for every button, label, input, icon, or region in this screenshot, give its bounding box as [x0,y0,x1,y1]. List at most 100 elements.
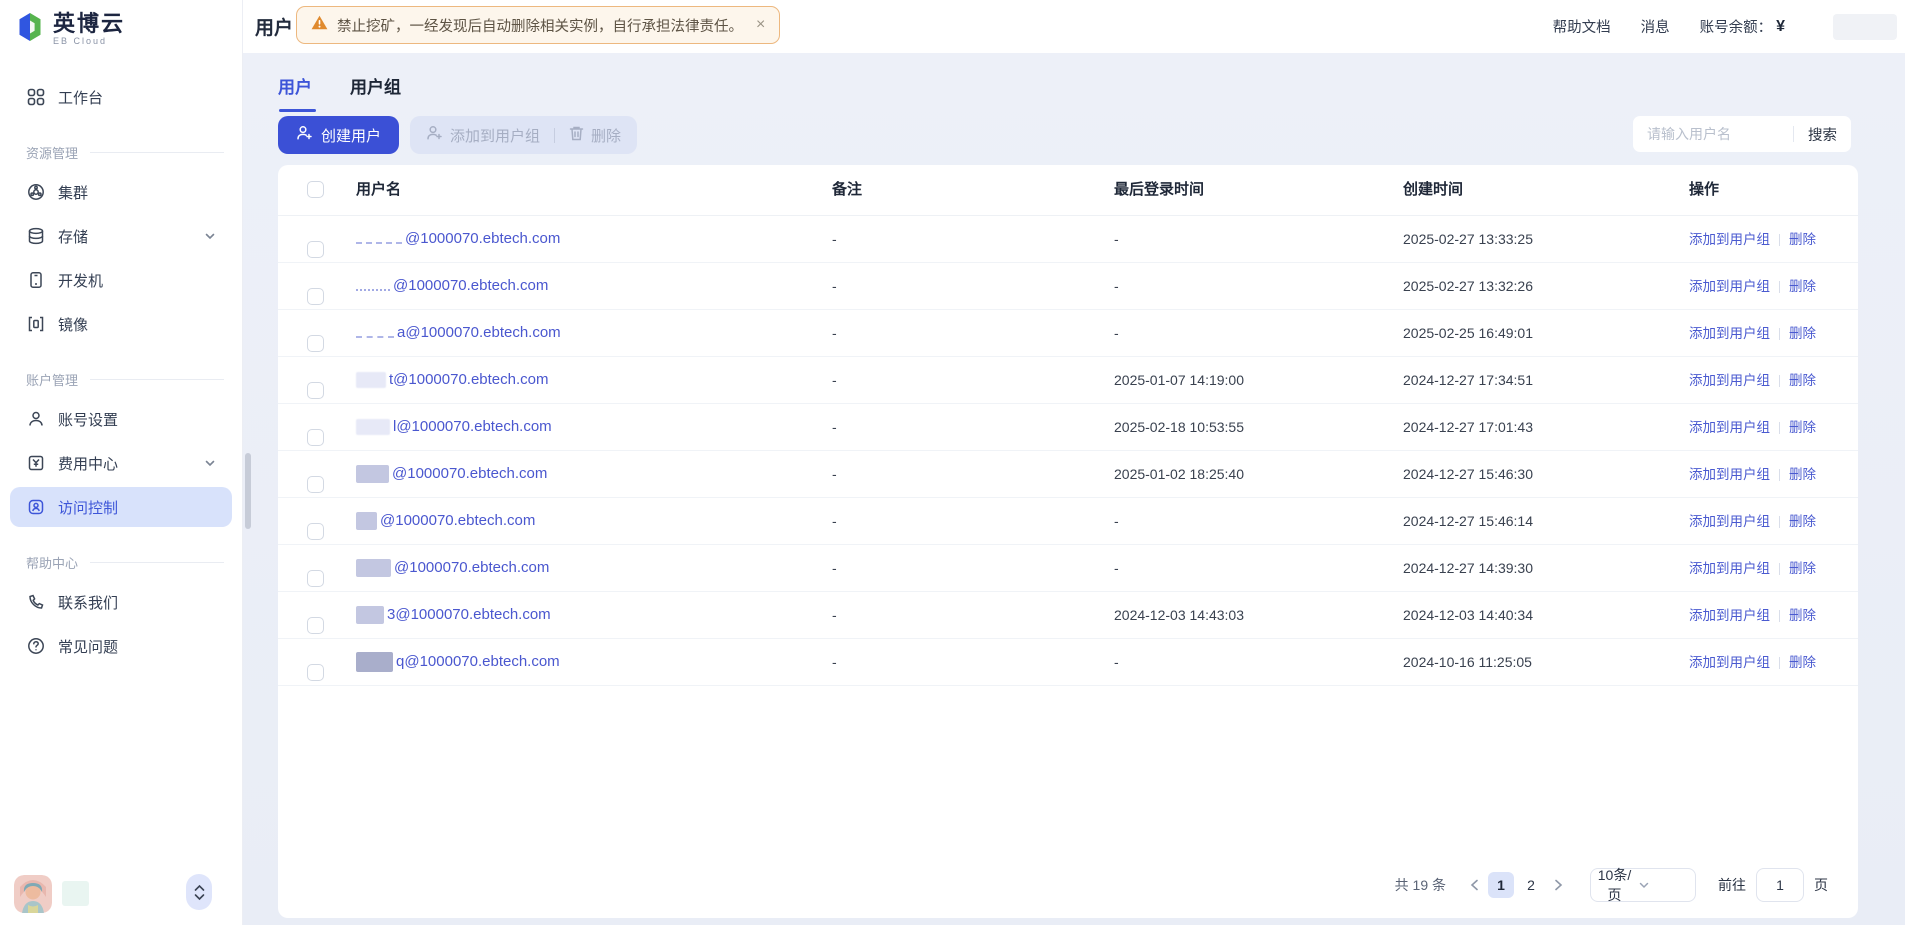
username-link[interactable]: a@1000070.ebtech.com [356,310,561,356]
chevron-down-icon[interactable] [204,457,216,469]
action-divider [1779,610,1780,622]
table-row: @1000070.ebtech.com - 2025-01-02 18:25:4… [278,451,1858,498]
row-checkbox[interactable] [307,617,324,634]
username-link[interactable]: t@1000070.ebtech.com [356,357,549,403]
page-button-2[interactable]: 2 [1518,872,1544,898]
row-delete-link[interactable]: 删除 [1789,561,1816,576]
row-add-to-group-link[interactable]: 添加到用户组 [1689,561,1770,576]
row-add-to-group-link[interactable]: 添加到用户组 [1689,467,1770,482]
row-delete-link[interactable]: 删除 [1789,326,1816,341]
search-button[interactable]: 搜索 [1794,124,1851,145]
messages-link[interactable]: 消息 [1641,16,1670,37]
user-avatar[interactable] [14,875,52,913]
sidebar-collapse-button[interactable] [186,874,212,910]
row-checkbox[interactable] [307,570,324,587]
toolbar: 创建用户 添加到用户组 删除 [278,116,637,154]
row-checkbox[interactable] [307,241,324,258]
sidebar-item-account-settings[interactable]: 账号设置 [10,399,232,439]
created-cell: 2024-12-27 14:39:30 [1403,545,1533,591]
sidebar-item-devmachine[interactable]: 开发机 [10,260,232,300]
table-row: t@1000070.ebtech.com - 2025-01-07 14:19:… [278,357,1858,404]
bulk-actions-group: 添加到用户组 删除 [410,116,637,154]
sidebar-item-access-control[interactable]: 访问控制 [10,487,232,527]
scrollbar-thumb[interactable] [245,453,251,529]
sidebar-item-storage[interactable]: 存储 [10,216,232,256]
row-add-to-group-link[interactable]: 添加到用户组 [1689,514,1770,529]
row-delete-link[interactable]: 删除 [1789,279,1816,294]
next-page-icon[interactable] [1546,872,1570,898]
app-window: 英博云 EB Cloud 工作台 资源管理 集群 [0,0,1905,925]
search-input[interactable] [1633,126,1793,142]
page-size-select[interactable]: 10条/页 [1590,868,1696,902]
sidebar-item-faq[interactable]: 常见问题 [10,626,232,666]
page-button-1[interactable]: 1 [1488,872,1514,898]
top-header: 用户 禁止挖矿，一经发现后自动删除相关实例，自行承担法律责任。 × 帮助文档 消… [243,0,1905,53]
sidebar-item-contact-us[interactable]: 联系我们 [10,582,232,622]
created-cell: 2025-02-25 16:49:01 [1403,310,1533,356]
add-to-group-button[interactable]: 添加到用户组 [426,125,540,146]
sidebar-item-label: 联系我们 [58,592,118,613]
row-delete-link[interactable]: 删除 [1789,655,1816,670]
row-add-to-group-link[interactable]: 添加到用户组 [1689,232,1770,247]
page-title: 用户 [255,13,293,40]
delete-button[interactable]: 删除 [569,125,621,146]
chevron-down-icon[interactable] [204,230,216,242]
row-checkbox[interactable] [307,523,324,540]
last-login-cell: - [1114,310,1119,356]
goto-page-input[interactable] [1756,868,1804,902]
sidebar-item-workbench[interactable]: 工作台 [10,77,232,117]
created-cell: 2024-12-27 17:34:51 [1403,357,1533,403]
select-all-checkbox[interactable] [307,181,324,198]
created-cell: 2025-02-27 13:33:25 [1403,216,1533,262]
username-link[interactable]: @1000070.ebtech.com [356,545,549,591]
row-delete-link[interactable]: 删除 [1789,373,1816,388]
tab-user-groups[interactable]: 用户组 [350,73,401,112]
row-add-to-group-link[interactable]: 添加到用户组 [1689,608,1770,623]
chevron-down-icon [1638,879,1685,891]
username-link[interactable]: @1000070.ebtech.com [356,216,560,262]
button-divider [554,128,555,143]
row-add-to-group-link[interactable]: 添加到用户组 [1689,655,1770,670]
row-checkbox[interactable] [307,429,324,446]
username-link[interactable]: q@1000070.ebtech.com [356,639,560,685]
help-docs-link[interactable]: 帮助文档 [1553,16,1611,37]
row-add-to-group-link[interactable]: 添加到用户组 [1689,279,1770,294]
sidebar-item-billing[interactable]: 费用中心 [10,443,232,483]
row-checkbox[interactable] [307,335,324,352]
username-link[interactable]: l@1000070.ebtech.com [356,404,552,450]
row-delete-link[interactable]: 删除 [1789,467,1816,482]
row-delete-link[interactable]: 删除 [1789,514,1816,529]
row-checkbox[interactable] [307,476,324,493]
username-link[interactable]: 3@1000070.ebtech.com [356,592,551,638]
username-link[interactable]: @1000070.ebtech.com [356,263,548,309]
add-user-icon [296,125,313,145]
action-divider [1779,563,1780,575]
sidebar-item-cluster[interactable]: 集群 [10,172,232,212]
row-delete-link[interactable]: 删除 [1789,232,1816,247]
sidebar-section-account: 账户管理 [0,370,242,389]
created-cell: 2024-12-27 15:46:30 [1403,451,1533,497]
row-checkbox[interactable] [307,288,324,305]
action-divider [1779,516,1780,528]
row-delete-link[interactable]: 删除 [1789,608,1816,623]
prev-page-icon[interactable] [1462,872,1486,898]
username-link[interactable]: @1000070.ebtech.com [356,451,547,497]
row-add-to-group-link[interactable]: 添加到用户组 [1689,420,1770,435]
username-link[interactable]: @1000070.ebtech.com [356,498,535,544]
created-cell: 2024-12-27 17:01:43 [1403,404,1533,450]
sidebar-item-image[interactable]: 镜像 [10,304,232,344]
action-divider [1779,234,1780,246]
action-divider [1779,657,1780,669]
action-divider [1779,328,1780,340]
tab-users[interactable]: 用户 [278,73,312,112]
row-checkbox[interactable] [307,382,324,399]
row-checkbox[interactable] [307,664,324,681]
row-add-to-group-link[interactable]: 添加到用户组 [1689,373,1770,388]
main-area: 用户 禁止挖矿，一经发现后自动删除相关实例，自行承担法律责任。 × 帮助文档 消… [243,0,1905,925]
row-delete-link[interactable]: 删除 [1789,420,1816,435]
banner-close-icon[interactable]: × [756,17,765,33]
redacted-text [356,278,390,291]
add-user-icon [426,125,443,145]
row-add-to-group-link[interactable]: 添加到用户组 [1689,326,1770,341]
create-user-button[interactable]: 创建用户 [278,116,399,154]
